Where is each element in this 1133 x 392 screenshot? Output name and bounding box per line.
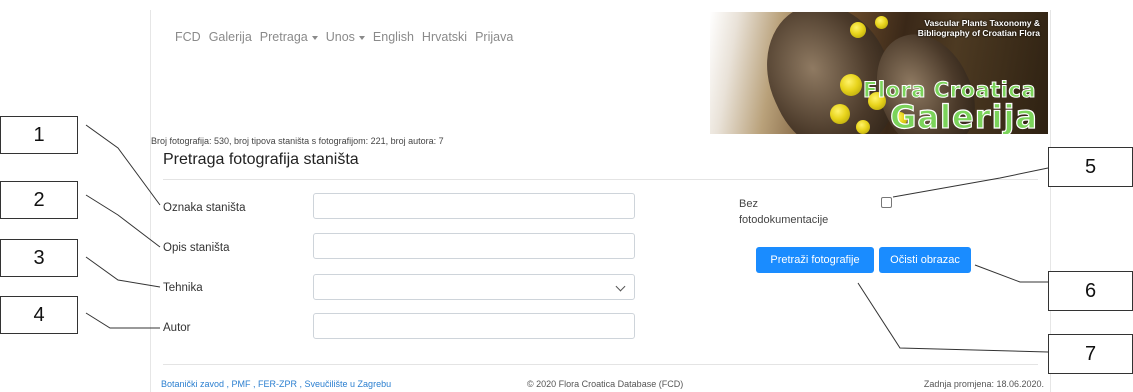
- callout-2: 2: [0, 181, 78, 219]
- leader-line-7: [857, 282, 1049, 353]
- leader-line-2: [85, 194, 161, 248]
- callout-1: 1: [0, 116, 78, 154]
- leader-line-5: [892, 167, 1049, 198]
- callout-3: 3: [0, 239, 78, 277]
- leader-line-4: [85, 312, 160, 329]
- callout-5: 5: [1048, 147, 1133, 187]
- leader-line-6: [974, 264, 1048, 283]
- callout-4: 4: [0, 296, 78, 334]
- callout-leader-lines: [85, 124, 1049, 353]
- leader-line-3: [85, 256, 161, 288]
- callout-7: 7: [1048, 334, 1133, 374]
- callout-6: 6: [1048, 271, 1133, 311]
- leader-line-1: [85, 124, 161, 206]
